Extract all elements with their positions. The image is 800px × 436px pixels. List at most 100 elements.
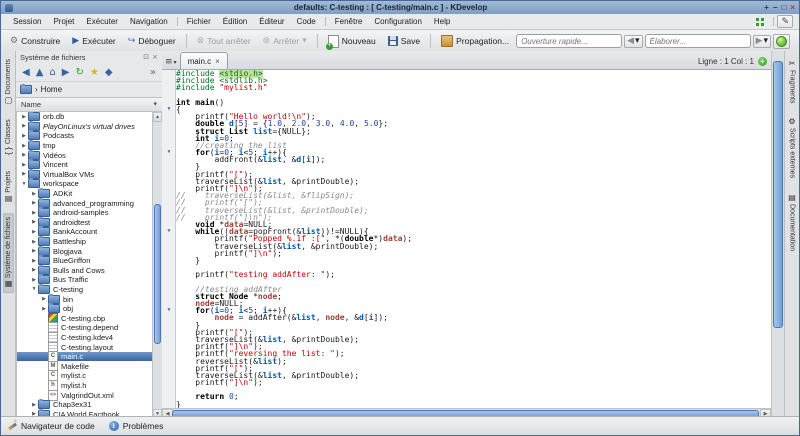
tree-item[interactable]: C-testing.kdev4 [17,333,162,343]
nav-forward-button[interactable]: ▶▾ [753,35,771,48]
tree-item[interactable]: ▶PlayOnLinux's virtual drives [17,122,162,132]
tree-item[interactable]: ▶obj [17,304,162,314]
fold-icon[interactable]: ▼ [162,307,176,314]
tree-collapsed-icon[interactable]: ▶ [20,143,28,149]
tree-collapsed-icon[interactable]: ▶ [30,200,38,206]
tree-scrollbar[interactable]: ▲ ▼ [152,112,162,419]
sync-icon[interactable]: ◆ [105,68,113,77]
breadcrumb[interactable]: › Home [16,82,162,97]
fold-icon[interactable]: ▼ [162,228,176,235]
tree-expanded-icon[interactable]: ▼ [20,181,28,187]
new-view-icon[interactable]: + [758,57,767,66]
tree-collapsed-icon[interactable]: ▶ [20,123,28,129]
window-plus-button[interactable]: + [764,4,769,12]
toolview-tab-syst-me-de-fichiers[interactable]: ▦Système de fichiers [3,213,14,293]
menu-item-configuration[interactable]: Configuration [368,16,428,27]
menu-item--dition[interactable]: Édition [217,16,253,27]
tree-item[interactable]: MMakefile [17,361,162,371]
tab-main-c[interactable]: main.c × [180,52,228,69]
maximize-button[interactable]: □ [781,4,786,12]
tree-item[interactable]: ▶Chap3ex31 [17,400,162,410]
menu-item-navigation[interactable]: Navigation [124,16,174,27]
toolview-tab-documentation[interactable]: ▤Documentation [787,189,798,255]
name-column-header[interactable]: Name ▾ [16,97,162,112]
minimize-button[interactable]: − [773,4,778,12]
quick-open-input[interactable] [516,34,622,48]
tree-item[interactable]: ▶bin [17,294,162,304]
tree-collapsed-icon[interactable]: ▶ [30,229,38,235]
menu-item-ex-cuter[interactable]: Exécuter [80,16,124,27]
document-list-button[interactable]: ≡ ▾ [165,58,177,67]
tree-item[interactable]: Cmylist.c [17,371,162,381]
editor-vscrollbar[interactable] [771,51,784,419]
code-browser-button[interactable]: Navigateur de code [7,421,95,431]
tree-collapsed-icon[interactable]: ▶ [30,210,38,216]
tree-item[interactable]: ▶Vidéos [17,150,162,160]
scroll-up-icon[interactable]: ▲ [153,112,162,122]
propagation-button[interactable]: Propagation... [436,33,514,49]
tab-close-icon[interactable]: × [215,57,220,66]
area-switcher-icon[interactable] [756,18,764,26]
toolview-tab-classes[interactable]: {}Classes [3,115,14,160]
problems-button[interactable]: iProblèmes [109,421,164,431]
fold-icon[interactable]: ▼ [162,149,176,156]
tree-item[interactable]: hmylist.h [17,381,162,391]
tree-collapsed-icon[interactable]: ▶ [30,402,38,408]
toolview-tab-projets[interactable]: ▤Projets [3,167,14,208]
back-icon[interactable]: ◀ [22,68,30,77]
debug-button[interactable]: ↪Déboguer [123,34,181,48]
tree-item[interactable]: ▶tmp [17,141,162,151]
tree-collapsed-icon[interactable]: ▶ [30,267,38,273]
home-icon[interactable]: ⌂ [49,68,55,77]
tree-item[interactable]: ▶orb.db [17,112,162,122]
toolview-tab-documents[interactable]: ▢Documents [3,55,14,109]
detach-icon[interactable]: ⊡ [143,53,149,62]
tree-item[interactable]: C-testing.layout [17,342,162,352]
tree-item[interactable]: Cmain.c [17,352,162,362]
menu-item-fichier[interactable]: Fichier [181,16,217,27]
menu-item-session[interactable]: Session [7,16,47,27]
annotate-button[interactable]: ✎ [777,15,793,28]
tree-item[interactable]: ▶Podcasts [17,131,162,141]
menu-item--diteur[interactable]: Éditeur [253,16,290,27]
tree-expanded-icon[interactable]: ▼ [30,286,38,292]
tree-item[interactable]: ▶VirtualBox VMs [17,170,162,180]
tree-collapsed-icon[interactable]: ▶ [20,162,28,168]
tree-collapsed-icon[interactable]: ▶ [20,133,28,139]
forward-icon[interactable]: ▶ [62,68,70,77]
tree-collapsed-icon[interactable]: ▶ [40,306,48,312]
up-icon[interactable]: ▲ [36,68,44,77]
toolview-tab-fragments[interactable]: ✂Fragments [787,55,798,107]
tree-scrollbar-thumb[interactable] [154,204,161,344]
tree-item[interactable]: C-testing.cbp [17,313,162,323]
elaborate-input[interactable] [645,34,751,48]
editor-vscrollbar-thumb[interactable] [773,61,783,328]
close-icon[interactable]: × [152,53,158,62]
tree-item[interactable]: ▶Battleship [17,237,162,247]
assistant-button[interactable] [773,34,790,49]
menu-item-fen-tre[interactable]: Fenêtre [329,16,369,27]
menu-item-code[interactable]: Code [291,16,322,27]
refresh-icon[interactable]: ↻ [75,68,83,77]
tree-item[interactable]: ▶ADKit [17,189,162,199]
menu-item-projet[interactable]: Projet [47,16,80,27]
fold-icon[interactable]: ▼ [162,106,176,113]
tree-collapsed-icon[interactable]: ▶ [30,239,38,245]
new-button[interactable]: Nouveau [323,33,381,50]
toolview-tab-scripts-externes[interactable]: ⚙Scripts externes [787,113,798,182]
tree-collapsed-icon[interactable]: ▶ [30,277,38,283]
close-button[interactable]: × [790,4,795,12]
bookmark-icon[interactable]: ★ [90,68,99,77]
tree-item[interactable]: C-testing.depend [17,323,162,333]
title-bar[interactable]: defaults: C-testing : [ C-testing/main.c… [1,1,799,14]
code-editor[interactable]: #include <stdio.h>#include <stdlib.h>#in… [162,70,771,408]
overflow-icon[interactable]: » [150,68,156,77]
execute-button[interactable]: ▶Exécuter [67,34,120,48]
tree-collapsed-icon[interactable]: ▶ [20,152,28,158]
tree-item[interactable]: ▼C-testing [17,285,162,295]
tree-collapsed-icon[interactable]: ▶ [30,248,38,254]
breadcrumb-home[interactable]: Home [41,85,62,94]
nav-back-button[interactable]: ◀▾ [624,35,642,48]
tree-item[interactable]: ▶Vincent [17,160,162,170]
tree-collapsed-icon[interactable]: ▶ [20,171,28,177]
